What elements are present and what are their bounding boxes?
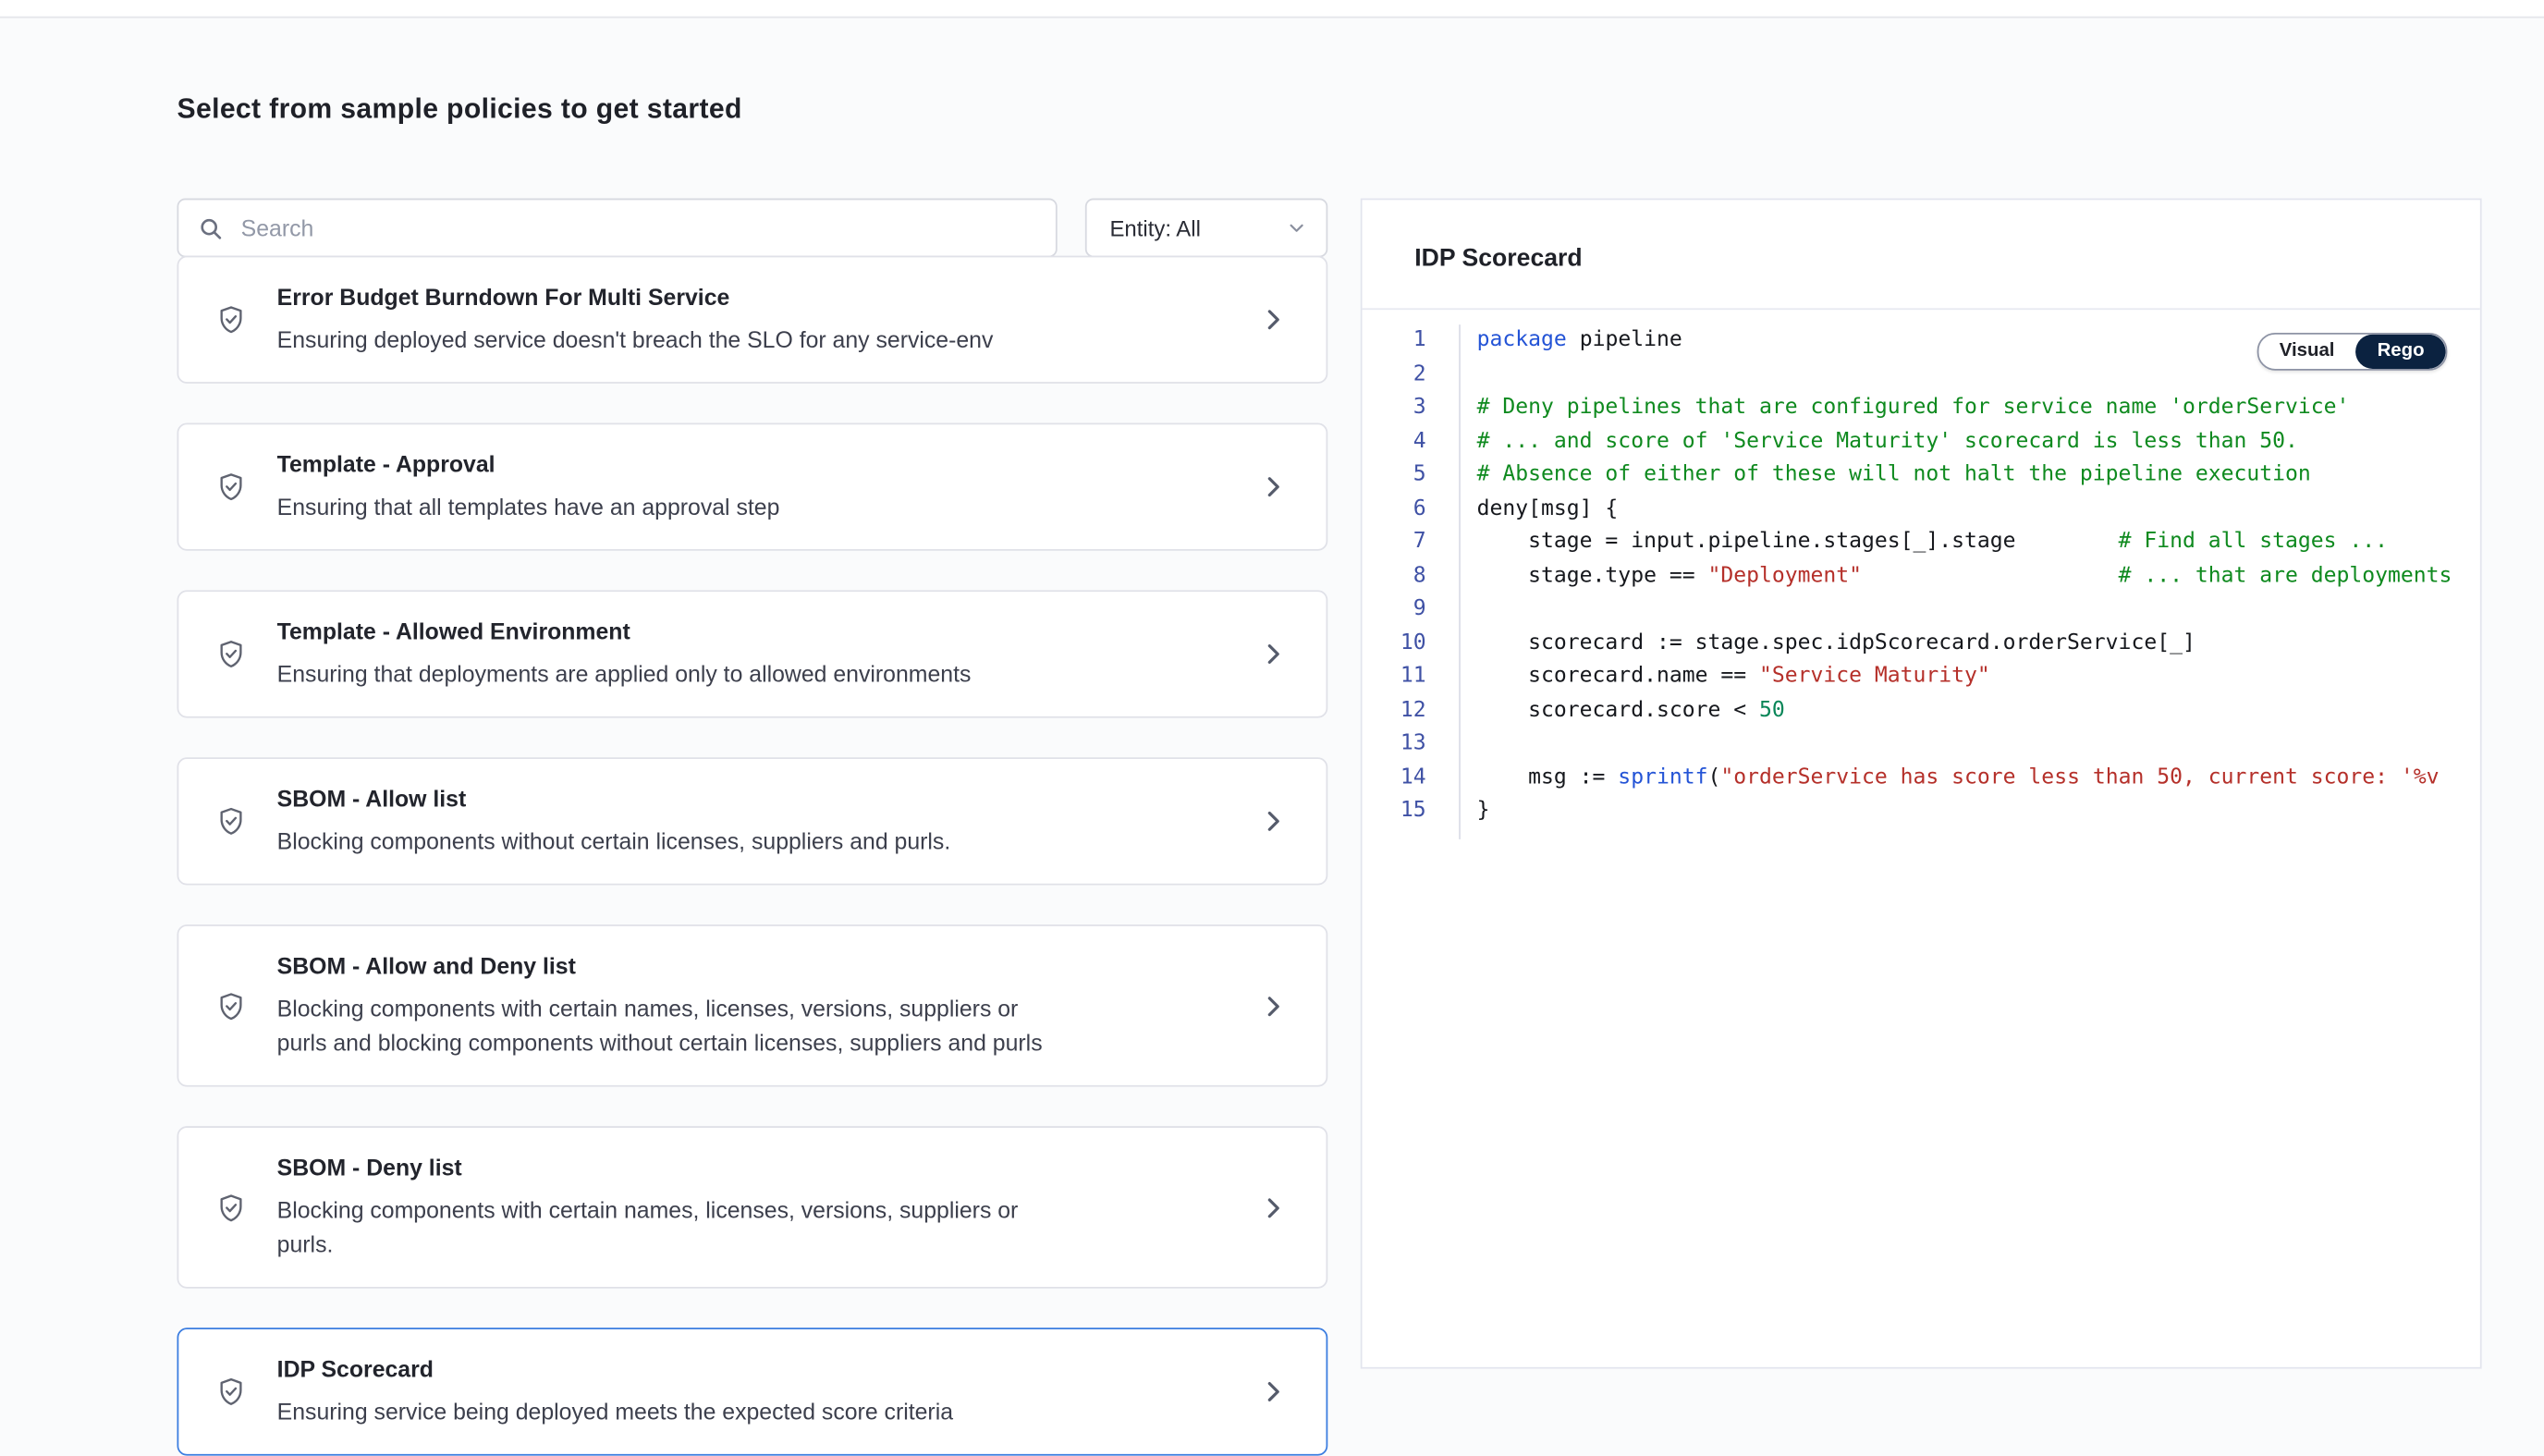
policy-description: Ensuring that deployments are applied on… [277, 657, 1064, 691]
policy-card[interactable]: IDP Scorecard Ensuring service being dep… [177, 1328, 1328, 1455]
line-number: 13 [1363, 728, 1460, 761]
code-line: # Absence of either of these will not ha… [1477, 459, 2480, 492]
line-number: 6 [1363, 493, 1460, 526]
code-line: scorecard := stage.spec.idpScorecard.ord… [1477, 627, 2480, 660]
code-line [1477, 728, 2480, 761]
policy-text: Template - Approval Ensuring that all te… [277, 449, 1064, 525]
code-line: msg := sprintf("orderService has score l… [1477, 762, 2480, 795]
policy-card[interactable]: SBOM - Deny list Blocking components wit… [177, 1126, 1328, 1289]
code-line: # Deny pipelines that are configured for… [1477, 392, 2480, 425]
chevron-right-icon [1261, 1378, 1287, 1404]
entity-filter-label: Entity: All [1109, 215, 1200, 240]
policy-text: SBOM - Deny list Blocking components wit… [277, 1153, 1064, 1263]
code-line: # ... and score of 'Service Maturity' sc… [1477, 425, 2480, 459]
policy-title: Template - Approval [277, 449, 1064, 479]
policy-card[interactable]: Template - Approval Ensuring that all te… [177, 422, 1328, 550]
code-content: package pipeline # Deny pipelines that a… [1461, 324, 2480, 838]
policy-title: IDP Scorecard [277, 1354, 1064, 1384]
visual-rego-toggle: Visual Rego [2257, 333, 2447, 371]
code-line: scorecard.score < 50 [1477, 694, 2480, 728]
policy-text: SBOM - Allow list Blocking components wi… [277, 784, 1064, 860]
line-number: 7 [1363, 526, 1460, 559]
policy-title: Error Budget Burndown For Multi Service [277, 282, 1064, 312]
code-line: scorecard.name == "Service Maturity" [1477, 661, 2480, 694]
policy-description: Ensuring deployed service doesn't breach… [277, 323, 1064, 357]
chevron-right-icon [1261, 473, 1287, 499]
policy-shield-icon [214, 805, 247, 838]
code-line: stage = input.pipeline.stages[_].stage #… [1477, 526, 2480, 559]
preview-title: IDP Scorecard [1363, 200, 2480, 272]
code-editor: 123456789101112131415 package pipeline #… [1363, 310, 2480, 838]
policy-shield-icon [214, 303, 247, 336]
line-number: 12 [1363, 694, 1460, 728]
policy-card[interactable]: Error Budget Burndown For Multi Service … [177, 256, 1328, 384]
line-number: 10 [1363, 627, 1460, 660]
code-line [1477, 593, 2480, 627]
policy-title: SBOM - Allow and Deny list [277, 950, 1064, 980]
policy-text: SBOM - Allow and Deny list Blocking comp… [277, 950, 1064, 1060]
policy-title: SBOM - Allow list [277, 784, 1064, 814]
line-numbers: 123456789101112131415 [1363, 324, 1461, 838]
page-title: Select from sample policies to get start… [177, 93, 742, 126]
policy-description: Blocking components with certain names, … [277, 992, 1064, 1060]
policy-text: Error Budget Burndown For Multi Service … [277, 282, 1064, 358]
policy-samples-page: Select from sample policies to get start… [0, 0, 2544, 1369]
line-number: 9 [1363, 593, 1460, 627]
policy-shield-icon [214, 989, 247, 1022]
toggle-visual[interactable]: Visual [2258, 335, 2356, 369]
line-number: 11 [1363, 661, 1460, 694]
policy-text: Template - Allowed Environment Ensuring … [277, 617, 1064, 692]
policy-card[interactable]: Template - Allowed Environment Ensuring … [177, 590, 1328, 717]
search-bar [177, 199, 1058, 258]
policy-shield-icon [214, 1191, 247, 1223]
search-icon [199, 215, 224, 240]
policy-description: Blocking components with certain names, … [277, 1193, 1064, 1262]
policy-shield-icon [214, 638, 247, 670]
policy-title: SBOM - Deny list [277, 1153, 1064, 1182]
policy-description: Ensuring that all templates have an appr… [277, 490, 1064, 524]
line-number: 3 [1363, 392, 1460, 425]
line-number: 5 [1363, 459, 1460, 492]
policy-preview-panel: IDP Scorecard 123456789101112131415 pack… [1361, 199, 2482, 1369]
code-line: deny[msg] { [1477, 493, 2480, 526]
chevron-right-icon [1261, 307, 1287, 333]
policy-text: IDP Scorecard Ensuring service being dep… [277, 1354, 1064, 1430]
policy-card[interactable]: SBOM - Allow and Deny list Blocking comp… [177, 924, 1328, 1087]
entity-filter-dropdown[interactable]: Entity: All [1085, 199, 1327, 258]
policy-description: Blocking components without certain lice… [277, 825, 1064, 859]
chevron-right-icon [1261, 641, 1287, 667]
chevron-right-icon [1261, 993, 1287, 1019]
code-line: stage.type == "Deployment" # ... that ar… [1477, 560, 2480, 593]
policy-card[interactable]: SBOM - Allow list Blocking components wi… [177, 757, 1328, 885]
policy-shield-icon [214, 471, 247, 503]
chevron-right-icon [1261, 808, 1287, 834]
top-bar [0, 0, 2544, 18]
line-number: 15 [1363, 795, 1460, 828]
line-number: 4 [1363, 425, 1460, 459]
line-number: 8 [1363, 560, 1460, 593]
line-number: 2 [1363, 358, 1460, 391]
line-number: 14 [1363, 762, 1460, 795]
policy-list: Error Budget Burndown For Multi Service … [177, 256, 1328, 1456]
policy-shield-icon [214, 1376, 247, 1408]
chevron-down-icon [1287, 218, 1306, 238]
toggle-rego[interactable]: Rego [2356, 335, 2446, 369]
code-line: } [1477, 795, 2480, 828]
policy-title: Template - Allowed Environment [277, 617, 1064, 646]
policy-description: Ensuring service being deployed meets th… [277, 1395, 1064, 1429]
search-input[interactable] [238, 214, 1036, 243]
line-number: 1 [1363, 324, 1460, 358]
chevron-right-icon [1261, 1194, 1287, 1220]
